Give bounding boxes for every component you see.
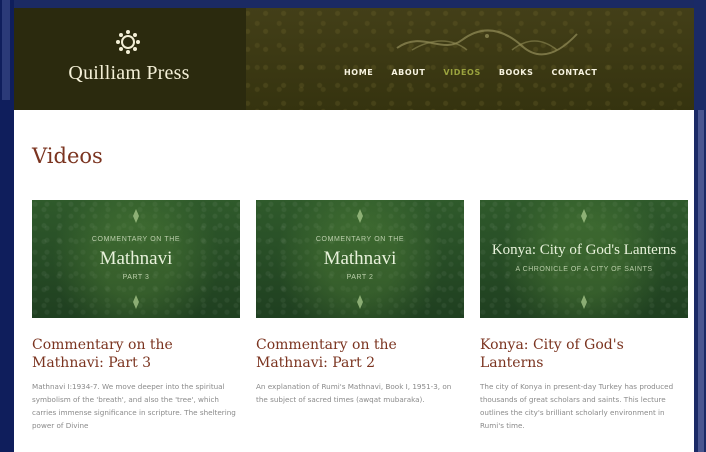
video-card-1[interactable]: COMMENTARY ON THE Mathnavi PART 3 Commen… <box>32 200 240 432</box>
main-content: Videos COMMENTARY ON THE Mathnavi PART 3… <box>14 110 694 452</box>
window-strip-right <box>698 110 704 452</box>
ornament-icon <box>581 295 587 309</box>
video-card-2[interactable]: COMMENTARY ON THE Mathnavi PART 2 Commen… <box>256 200 464 406</box>
web-page: Quilliam Press HOME ABOUT VIDEOS BOOKS C… <box>14 8 694 452</box>
ornament-icon <box>581 209 587 223</box>
thumbnail-label-main: Mathnavi <box>99 248 173 269</box>
nav-about[interactable]: ABOUT <box>391 68 425 77</box>
thumbnail-label-top: COMMENTARY ON THE <box>91 236 181 243</box>
thumbnail-label-main: Mathnavi <box>323 248 397 269</box>
thumbnail-label-top: COMMENTARY ON THE <box>315 236 405 243</box>
nav-books[interactable]: BOOKS <box>499 68 534 77</box>
ornament-icon <box>133 209 139 223</box>
main-nav: HOME ABOUT VIDEOS BOOKS CONTACT <box>344 68 597 77</box>
gear-flower-icon <box>116 30 140 54</box>
window-frame-right <box>694 0 706 452</box>
ornament-icon <box>357 209 363 223</box>
arabic-calligraphy-icon <box>396 29 578 56</box>
video-description-2: An explanation of Rumi's Mathnavi, Book … <box>256 382 452 404</box>
thumbnail-label-sub: PART 2 <box>346 274 374 281</box>
thumbnail-label-main: Konya: City of God's Lanterns <box>491 242 677 258</box>
video-card-3[interactable]: Konya: City of God's Lanterns A CHRONICL… <box>480 200 688 432</box>
nav-home[interactable]: HOME <box>344 68 373 77</box>
nav-videos[interactable]: VIDEOS <box>443 68 480 77</box>
site-header: Quilliam Press HOME ABOUT VIDEOS BOOKS C… <box>14 8 694 110</box>
video-description-1: Mathnavi I:1934-7. We move deeper into t… <box>32 382 236 430</box>
nav-contact[interactable]: CONTACT <box>551 68 597 77</box>
video-description-3: The city of Konya in present-day Turkey … <box>480 382 674 430</box>
thumbnail-label-sub: A CHRONICLE OF A CITY OF SAINTS <box>515 266 653 273</box>
ornament-icon <box>133 295 139 309</box>
window-frame-left <box>0 0 14 452</box>
thumbnail-label-sub: PART 3 <box>122 274 150 281</box>
site-name: Quilliam Press <box>68 62 190 84</box>
video-thumbnail-1[interactable]: COMMENTARY ON THE Mathnavi PART 3 <box>32 200 240 318</box>
video-title-3[interactable]: Konya: City of God's Lanterns <box>480 336 688 372</box>
page-title: Videos <box>32 144 103 168</box>
window-strip-left <box>2 0 10 100</box>
video-title-1[interactable]: Commentary on the Mathnavi: Part 3 <box>32 336 240 372</box>
video-thumbnail-2[interactable]: COMMENTARY ON THE Mathnavi PART 2 <box>256 200 464 318</box>
video-thumbnail-3[interactable]: Konya: City of God's Lanterns A CHRONICL… <box>480 200 688 318</box>
ornament-icon <box>357 295 363 309</box>
logo-block[interactable]: Quilliam Press <box>14 8 246 110</box>
video-title-2[interactable]: Commentary on the Mathnavi: Part 2 <box>256 336 464 372</box>
